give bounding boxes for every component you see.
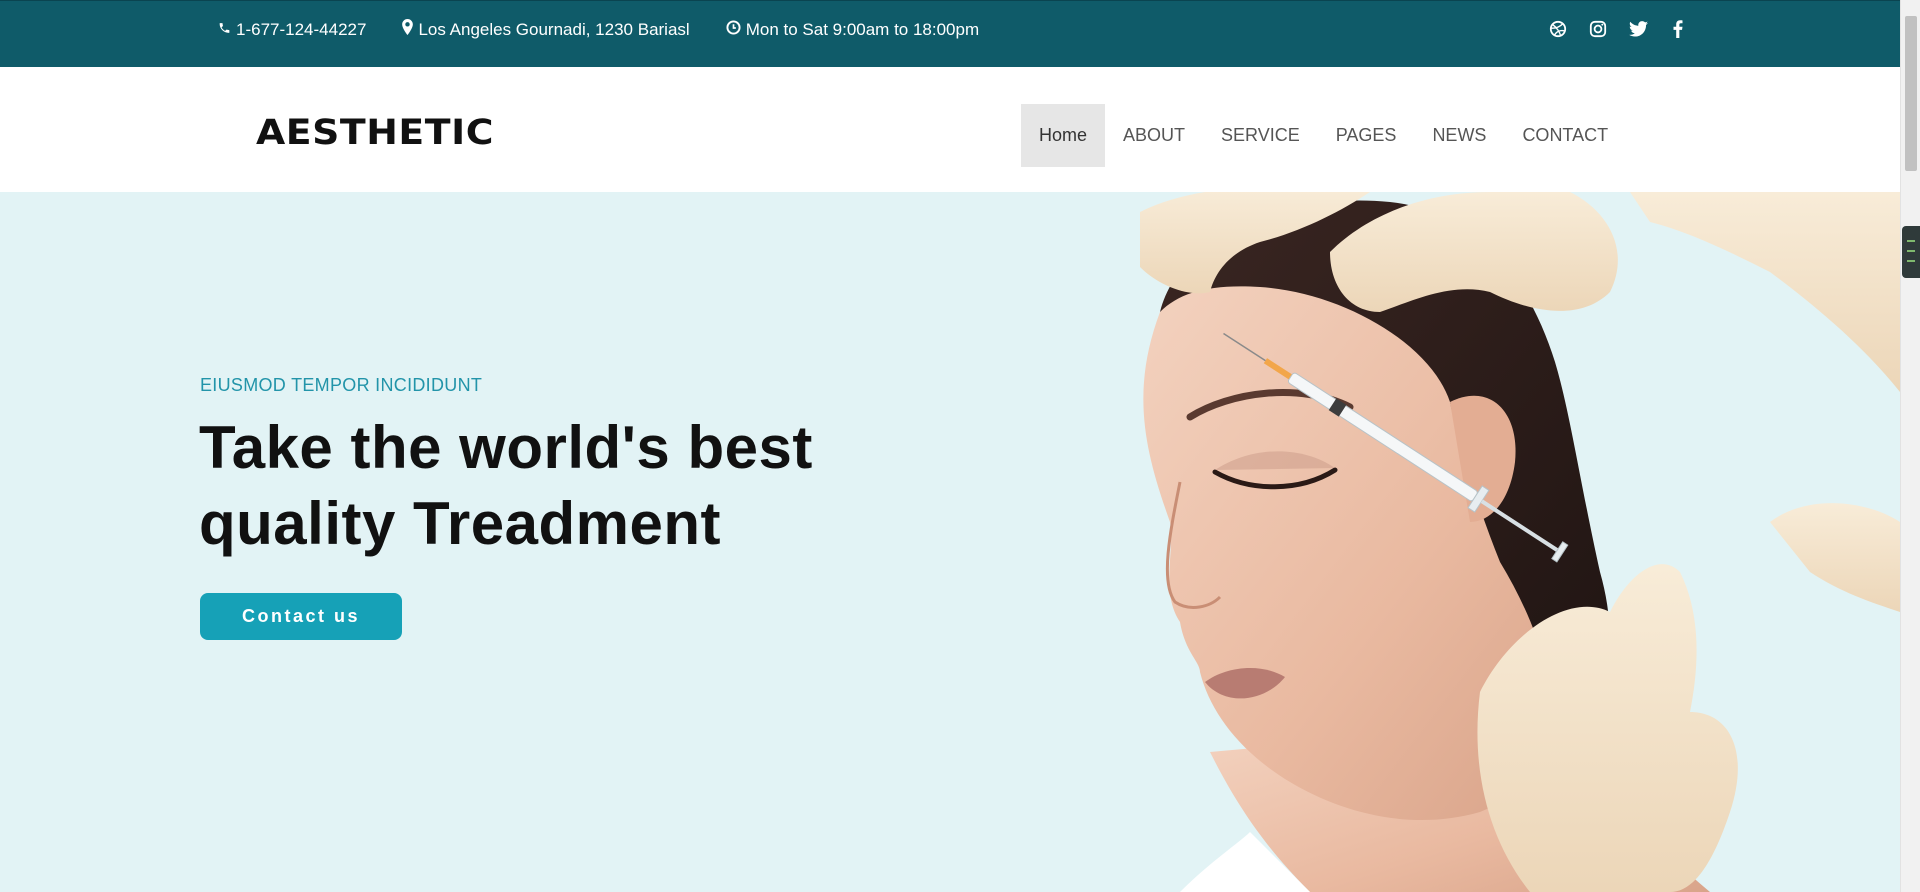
site-logo[interactable]: AESTHETIC: [256, 113, 494, 153]
hero-subtitle: EIUSMOD TEMPOR INCIDIDUNT: [200, 375, 483, 395]
hero-title-line-2: quality Treadment: [199, 490, 721, 557]
scrollbar-thumb[interactable]: [1905, 16, 1917, 171]
hero-banner: EIUSMOD TEMPOR INCIDIDUNT Take the world…: [0, 192, 1900, 892]
hero-title: Take the world's best quality Treadment: [199, 410, 899, 562]
facebook-icon[interactable]: [1667, 18, 1689, 40]
page-scrollbar[interactable]: [1900, 0, 1920, 892]
clock-icon: [726, 19, 746, 40]
instagram-icon[interactable]: [1587, 18, 1609, 40]
nav-contact[interactable]: CONTACT: [1504, 104, 1626, 167]
hours-text: Mon to Sat 9:00am to 18:00pm: [745, 19, 980, 39]
dribbble-icon[interactable]: [1547, 18, 1569, 40]
phone-icon: [218, 20, 236, 40]
phone-item: 1-677-124-44227: [218, 20, 366, 40]
contact-info: 1-677-124-44227 Los Angeles Gournadi, 12…: [218, 19, 1015, 40]
nav-about[interactable]: ABOUT: [1105, 104, 1203, 167]
address-item: Los Angeles Gournadi, 1230 Bariasl: [402, 19, 690, 40]
main-nav: Home ABOUT SERVICE PAGES NEWS CONTACT: [1021, 104, 1626, 167]
extension-side-tab[interactable]: [1902, 226, 1920, 278]
phone-number: 1-677-124-44227: [236, 19, 367, 39]
map-marker-icon: [402, 19, 418, 40]
twitter-icon[interactable]: [1627, 18, 1649, 40]
site-header: AESTHETIC Home ABOUT SERVICE PAGES NEWS …: [0, 67, 1900, 192]
nav-pages[interactable]: PAGES: [1318, 104, 1415, 167]
address-text: Los Angeles Gournadi, 1230 Bariasl: [418, 19, 690, 39]
hero-title-line-1: Take the world's best: [199, 414, 813, 481]
hero-woman-treatment-image: [1140, 192, 1900, 892]
page: 1-677-124-44227 Los Angeles Gournadi, 12…: [0, 0, 1920, 892]
top-info-bar: 1-677-124-44227 Los Angeles Gournadi, 12…: [0, 0, 1900, 67]
social-links: [1547, 18, 1707, 40]
hours-item: Mon to Sat 9:00am to 18:00pm: [726, 20, 979, 40]
nav-news[interactable]: NEWS: [1414, 104, 1504, 167]
contact-us-button[interactable]: Contact us: [200, 593, 402, 640]
nav-service[interactable]: SERVICE: [1203, 104, 1318, 167]
nav-home[interactable]: Home: [1021, 104, 1106, 167]
